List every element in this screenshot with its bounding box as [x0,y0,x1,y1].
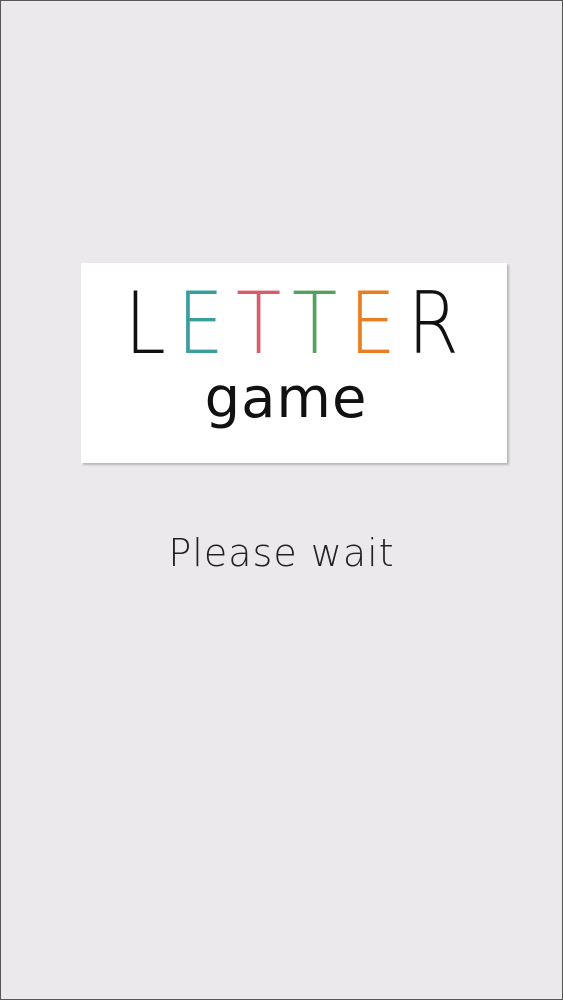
logo-letter-t-2: T [292,274,341,374]
loading-status-text: Please wait [168,531,395,575]
logo-subtitle: game [204,366,368,431]
logo-letter-e-1: E [177,274,228,374]
logo-title: LETTER [81,281,507,367]
logo-letter-t-1: T [235,274,285,374]
logo-letter-e-2: E [348,274,399,374]
app-logo: LETTER game [81,263,507,463]
logo-letter-l: L [124,274,170,374]
logo-letter-r: R [407,274,463,374]
loading-screen: LETTER game Please wait [0,0,563,1000]
